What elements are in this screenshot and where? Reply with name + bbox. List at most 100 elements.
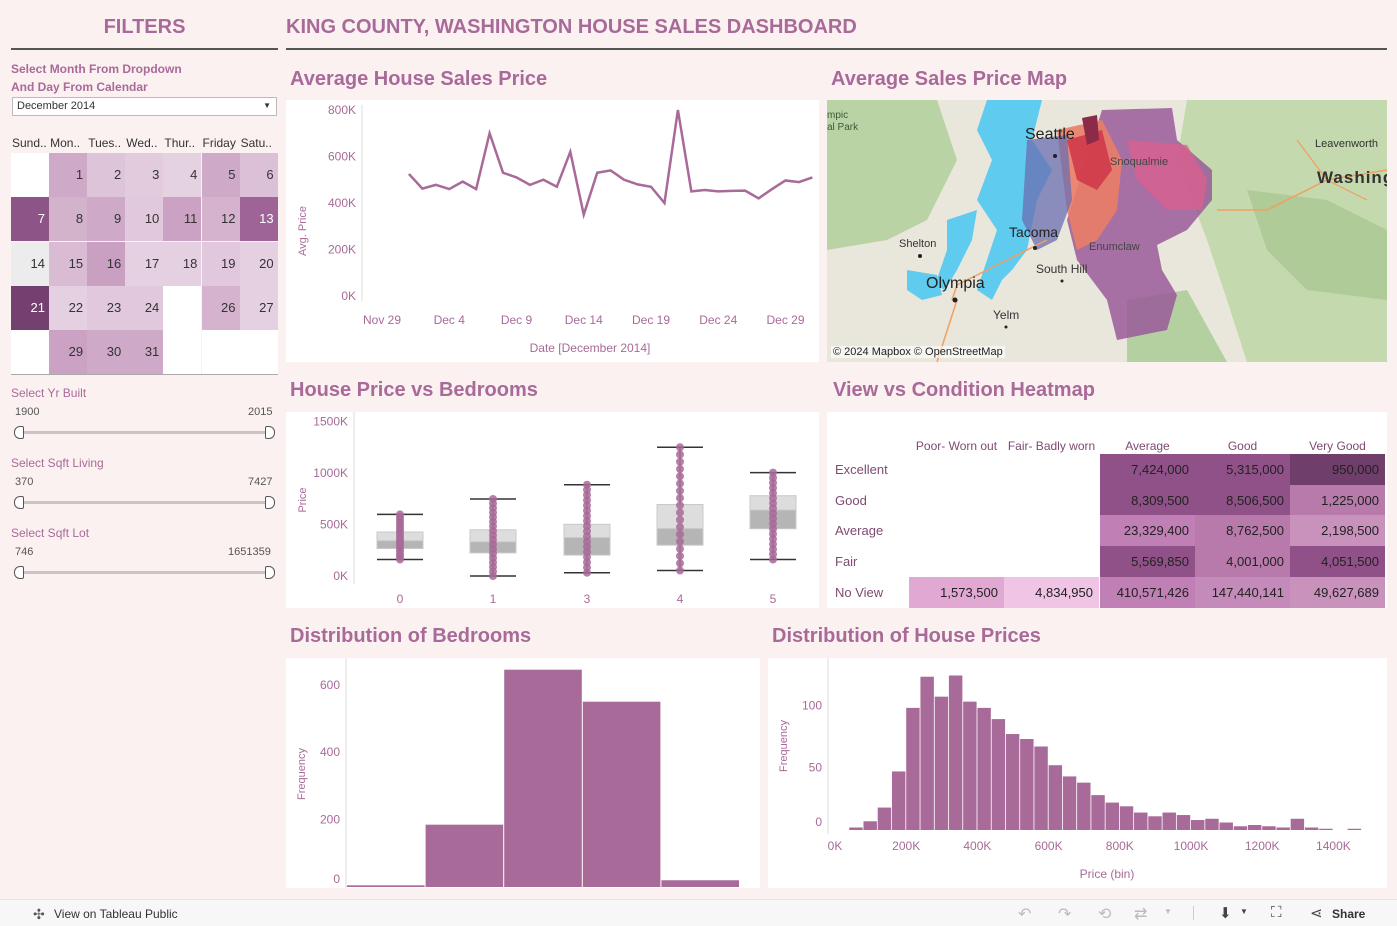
sqft-lot-track[interactable]	[17, 571, 273, 574]
yr-built-max: 2015	[248, 406, 273, 418]
heatmap-cell[interactable]: 5,315,000	[1195, 454, 1290, 485]
price-dist-chart[interactable]: 1005000K 200K 400K 600K 800K 1000K 1200K 1400K …	[768, 658, 1387, 888]
price-bar	[1077, 782, 1091, 830]
box-point	[676, 566, 684, 575]
sqft-lot-min-handle[interactable]	[14, 566, 24, 579]
bedroom-dist-chart[interactable]: 600 400 200 0 Frequency	[286, 658, 760, 888]
heatmap-cell[interactable]: 147,440,141	[1195, 577, 1290, 608]
download-icon[interactable]: ⬇	[1219, 904, 1232, 922]
heatmap-cell[interactable]: 950,000	[1290, 454, 1385, 485]
avg-price-chart[interactable]: 800K 600K 400K 200K 0K Nov 29 Dec 4 Dec 9 Dec 14…	[286, 100, 819, 362]
calendar-day[interactable]: 8	[49, 197, 88, 242]
x-tick-label: 1400K	[1316, 839, 1351, 853]
calendar-day[interactable]: 29	[49, 330, 88, 375]
revert-icon[interactable]: ⟲	[1098, 904, 1111, 924]
calendar-weekday-header: Sund..	[12, 136, 47, 150]
sqft-lot-max-handle[interactable]	[265, 566, 275, 579]
x-tick-label: 1	[490, 592, 497, 606]
sales-price-map[interactable]: mpic al Park Seattle Snoqualmie Tacoma En…	[827, 100, 1387, 362]
view-on-tableau-link[interactable]: View on Tableau Public	[54, 907, 178, 921]
heatmap-cell[interactable]: 8,762,500	[1195, 515, 1290, 546]
share-icon[interactable]: ⋖	[1310, 904, 1323, 922]
box-point	[583, 480, 591, 489]
price-bar	[977, 707, 991, 830]
calendar-day[interactable]: 7	[11, 197, 49, 242]
heatmap-cell[interactable]: 410,571,426	[1100, 577, 1195, 608]
calendar-day[interactable]: 18	[163, 241, 202, 286]
heatmap-cell[interactable]: 4,834,950	[1004, 577, 1099, 608]
price-bar	[1005, 734, 1020, 830]
price-bar	[1062, 776, 1077, 830]
heatmap-cell[interactable]: 2,198,500	[1290, 515, 1385, 546]
calendar-day[interactable]: 14	[11, 241, 49, 286]
map-title: Average Sales Price Map	[831, 68, 1068, 90]
calendar-day[interactable]: 1	[49, 153, 88, 197]
refresh-icon[interactable]: ⇄	[1134, 904, 1147, 924]
month-select-label-2: And Day From Calendar	[11, 80, 148, 94]
calendar-day[interactable]: 9	[87, 197, 126, 242]
price-bar	[991, 719, 1006, 830]
calendar-day[interactable]: 19	[201, 241, 240, 286]
price-bar	[906, 707, 920, 830]
heatmap-row-label: Average	[835, 523, 884, 538]
calendar-day[interactable]: 23	[87, 285, 126, 330]
heatmap-cell[interactable]: 8,309,500	[1100, 485, 1195, 516]
calendar-day[interactable]: 3	[125, 153, 164, 197]
tableau-logo-icon[interactable]: ✣	[33, 906, 45, 923]
yr-built-min-handle[interactable]	[14, 426, 24, 439]
calendar-day[interactable]: 20	[239, 241, 278, 286]
heatmap-cell[interactable]: 49,627,689	[1290, 577, 1385, 608]
heatmap-cell[interactable]: 1,573,500	[909, 577, 1004, 608]
calendar-weekday-header: Mon..	[50, 136, 81, 150]
share-button[interactable]: Share	[1332, 907, 1365, 921]
calendar-day[interactable]: 16	[87, 241, 126, 286]
pause-dropdown-icon[interactable]: ▼	[1164, 907, 1172, 916]
yr-built-track[interactable]	[17, 431, 273, 434]
map-label-seattle: Seattle	[1025, 126, 1075, 143]
calendar-day[interactable]: 26	[201, 285, 240, 330]
calendar-day[interactable]: 31	[125, 330, 164, 375]
calendar-day[interactable]: 12	[201, 197, 240, 242]
calendar-day[interactable]: 6	[239, 153, 278, 197]
price-bar	[1205, 818, 1219, 830]
sqft-living-max-handle[interactable]	[265, 496, 275, 509]
sqft-living-label: Select Sqft Living	[11, 456, 104, 470]
undo-icon[interactable]: ↶	[1018, 904, 1031, 924]
heatmap-cell[interactable]: 1,225,000	[1290, 485, 1385, 516]
heatmap-cell[interactable]: 8,506,500	[1195, 485, 1290, 516]
sqft-living-min-handle[interactable]	[14, 496, 24, 509]
sqft-living-track[interactable]	[17, 501, 273, 504]
calendar-day[interactable]: 15	[49, 241, 88, 286]
yr-built-max-handle[interactable]	[265, 426, 275, 439]
month-dropdown[interactable]: December 2014 ▼	[12, 97, 277, 116]
boxplot-chart[interactable]: 1500K 1000K 500K 0K 0 1 3 4 5 Price	[286, 412, 819, 608]
heatmap-cell[interactable]: 5,569,850	[1100, 546, 1195, 577]
calendar-day[interactable]: 27	[239, 285, 278, 330]
x-tick-label: 0K	[828, 839, 843, 853]
calendar-day[interactable]: 5	[201, 153, 240, 197]
calendar-day[interactable]: 17	[125, 241, 164, 286]
download-chevron-icon[interactable]: ▼	[1240, 907, 1248, 916]
redo-icon[interactable]: ↷	[1058, 904, 1071, 924]
calendar-day[interactable]: 30	[87, 330, 126, 375]
price-bar	[1276, 827, 1290, 830]
title-divider	[286, 48, 1387, 50]
fullscreen-icon[interactable]: ⛶	[1271, 904, 1282, 921]
calendar-day[interactable]: 11	[163, 197, 202, 242]
heatmap-cell[interactable]: 7,424,000	[1100, 454, 1195, 485]
heatmap-cell[interactable]: 23,329,400	[1100, 515, 1195, 546]
calendar-day[interactable]: 21	[11, 285, 49, 330]
calendar-day[interactable]: 22	[49, 285, 88, 330]
calendar-weekday-header: Thur..	[164, 136, 196, 150]
calendar-day[interactable]: 4	[163, 153, 202, 197]
heatmap-cell[interactable]: 4,051,500	[1290, 546, 1385, 577]
calendar-day[interactable]: 2	[87, 153, 126, 197]
box-point	[676, 552, 684, 561]
heatmap-panel[interactable]: Poor- Worn out Fair- Badly worn Average Goo…	[827, 412, 1387, 608]
calendar-day[interactable]: 24	[125, 285, 164, 330]
map-attribution[interactable]: © 2024 Mapbox © OpenStreetMap	[831, 346, 1005, 358]
y-tick-label: 200K	[328, 243, 356, 257]
calendar-day[interactable]: 10	[125, 197, 164, 242]
calendar-day[interactable]: 13	[239, 197, 278, 242]
heatmap-cell[interactable]: 4,001,000	[1195, 546, 1290, 577]
